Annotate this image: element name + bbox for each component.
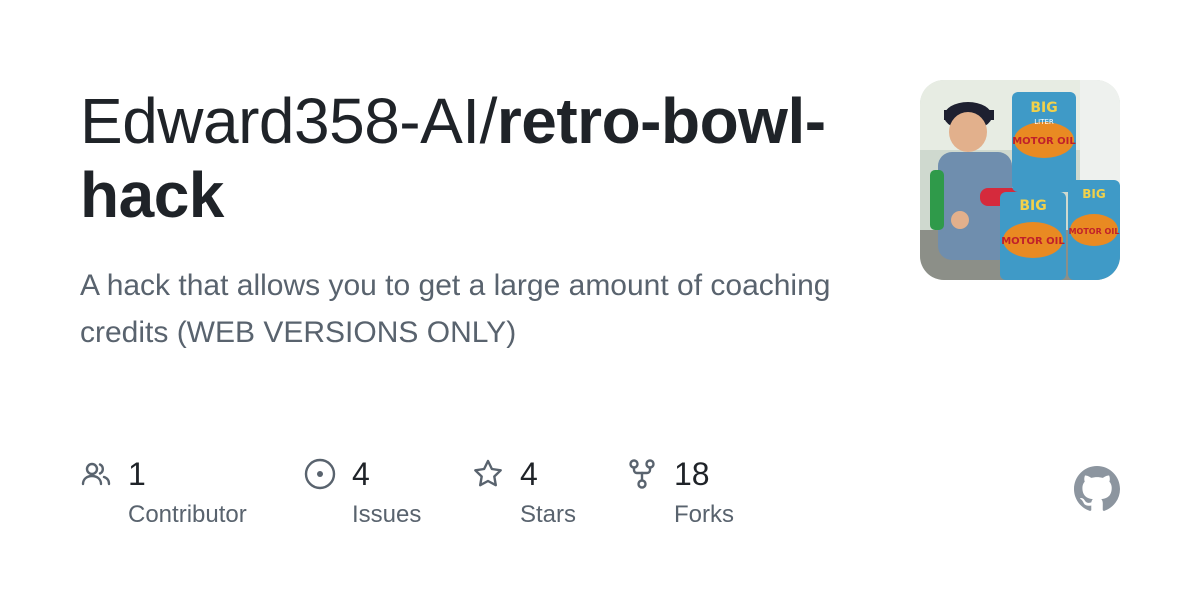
oil-can-2: BIG MOTOR OIL: [1000, 192, 1066, 280]
repo-owner: Edward358-AI/: [80, 85, 497, 157]
can-label-1: MOTOR OIL: [1012, 136, 1076, 147]
stat-issues-value: 4: [352, 456, 370, 492]
repo-description: A hack that allows you to get a large am…: [80, 269, 831, 349]
can-label-2: MOTOR OIL: [1001, 236, 1065, 247]
can-brand-3: BIG: [1082, 187, 1105, 201]
oil-can-3: BIG MOTOR OIL: [1068, 180, 1120, 280]
can-sub-1: LITER: [1034, 118, 1054, 126]
issue-circle-icon: [304, 458, 336, 495]
stat-forks-label: Forks: [674, 501, 734, 528]
stat-stars-label: Stars: [520, 501, 577, 528]
people-icon: [80, 458, 112, 495]
oil-can-1: BIG LITER MOTOR OIL: [1012, 92, 1076, 192]
github-mark-icon: [1074, 466, 1120, 517]
can-label-3: MOTOR OIL: [1069, 227, 1120, 236]
fork-icon: [626, 458, 658, 495]
stat-issues-label: Issues: [352, 501, 422, 528]
stat-forks-value: 18: [674, 456, 710, 492]
repo-title: Edward358-AI/retro-bowl-hack: [80, 84, 880, 232]
can-brand-1: BIG: [1030, 100, 1057, 116]
stat-contributors-value: 1: [128, 456, 146, 492]
stat-stars-value: 4: [520, 456, 538, 492]
can-brand-2: BIG: [1019, 198, 1046, 214]
stat-contributors-label: Contributor: [128, 501, 247, 528]
star-icon: [472, 458, 504, 495]
owner-avatar: BIG LITER MOTOR OIL BIG MOTOR OIL BIG MO…: [920, 80, 1120, 280]
